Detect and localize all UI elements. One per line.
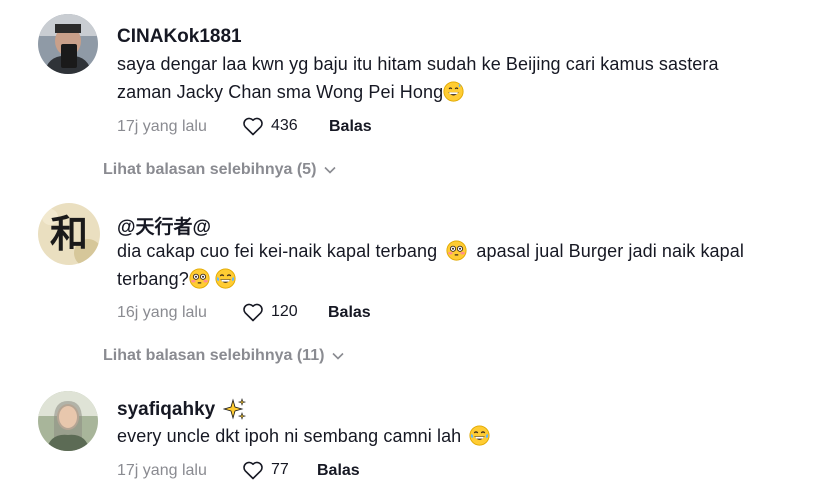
comment-text-line: zaman Jacky Chan sma Wong Pei Hong xyxy=(117,82,444,102)
timestamp: 17j yang lalu xyxy=(117,118,207,135)
comment-text: saya dengar laa kwn yg baju itu hitam su… xyxy=(117,50,807,106)
chevron-down-icon xyxy=(324,166,336,174)
comment-text-line: saya dengar laa kwn yg baju itu hitam su… xyxy=(117,54,719,74)
sparkles-emoji-icon xyxy=(223,398,247,420)
avatar[interactable] xyxy=(38,14,98,74)
like-count: 77 xyxy=(271,461,289,478)
like-button[interactable]: 77 xyxy=(241,458,289,482)
grinning-sweat-emoji-icon xyxy=(443,81,464,102)
avatar-glyph: 和 xyxy=(49,211,88,256)
comment-text: every uncle dkt ipoh ni sembang camni la… xyxy=(117,422,807,450)
avatar[interactable] xyxy=(38,391,98,451)
user-photo-icon xyxy=(38,391,98,451)
comment-text-line: every uncle dkt ipoh ni sembang camni la… xyxy=(117,426,462,446)
flushed-face-emoji-icon xyxy=(189,268,210,289)
like-count: 436 xyxy=(271,117,298,134)
heart-icon xyxy=(243,461,263,480)
heart-icon xyxy=(243,117,263,136)
flushed-face-emoji-icon xyxy=(446,240,467,261)
timestamp: 17j yang lalu xyxy=(117,462,207,479)
avatar[interactable]: 和 xyxy=(38,203,100,265)
heart-icon xyxy=(243,303,263,322)
reply-button[interactable]: Balas xyxy=(329,118,372,136)
like-button[interactable]: 436 xyxy=(241,114,298,138)
view-more-replies[interactable]: Lihat balasan selebihnya (11) xyxy=(103,347,344,365)
username[interactable]: @天行者@ xyxy=(117,212,211,239)
view-more-replies-label: Lihat balasan selebihnya (11) xyxy=(103,347,325,364)
comment-meta: 16j yang lalu 120 Balas xyxy=(117,300,517,326)
tears-of-joy-emoji-icon xyxy=(469,425,490,446)
reply-button[interactable]: Balas xyxy=(328,304,371,322)
username-label: syafiqahky xyxy=(117,399,216,420)
reply-button[interactable]: Balas xyxy=(317,462,360,480)
tears-of-joy-emoji-icon xyxy=(215,268,236,289)
comment-meta: 17j yang lalu 77 Balas xyxy=(117,458,517,484)
username[interactable]: CINAKok1881 xyxy=(117,26,242,48)
username[interactable]: syafiqahky xyxy=(117,398,247,422)
comment-text-line: terbang? xyxy=(117,269,189,289)
like-count: 120 xyxy=(271,303,298,320)
view-more-replies-label: Lihat balasan selebihnya (5) xyxy=(103,161,317,178)
user-photo-icon xyxy=(38,14,98,74)
comment-text-line: dia cakap cuo fei kei-naik kapal terbang xyxy=(117,241,438,261)
timestamp: 16j yang lalu xyxy=(117,304,207,321)
view-more-replies[interactable]: Lihat balasan selebihnya (5) xyxy=(103,161,336,179)
comment-text: dia cakap cuo fei kei-naik kapal terbang… xyxy=(117,237,807,293)
comment-meta: 17j yang lalu 436 Balas xyxy=(117,114,517,140)
comment-text-line: apasal jual Burger jadi naik kapal xyxy=(476,241,744,261)
chevron-down-icon xyxy=(332,352,344,360)
like-button[interactable]: 120 xyxy=(241,300,298,324)
